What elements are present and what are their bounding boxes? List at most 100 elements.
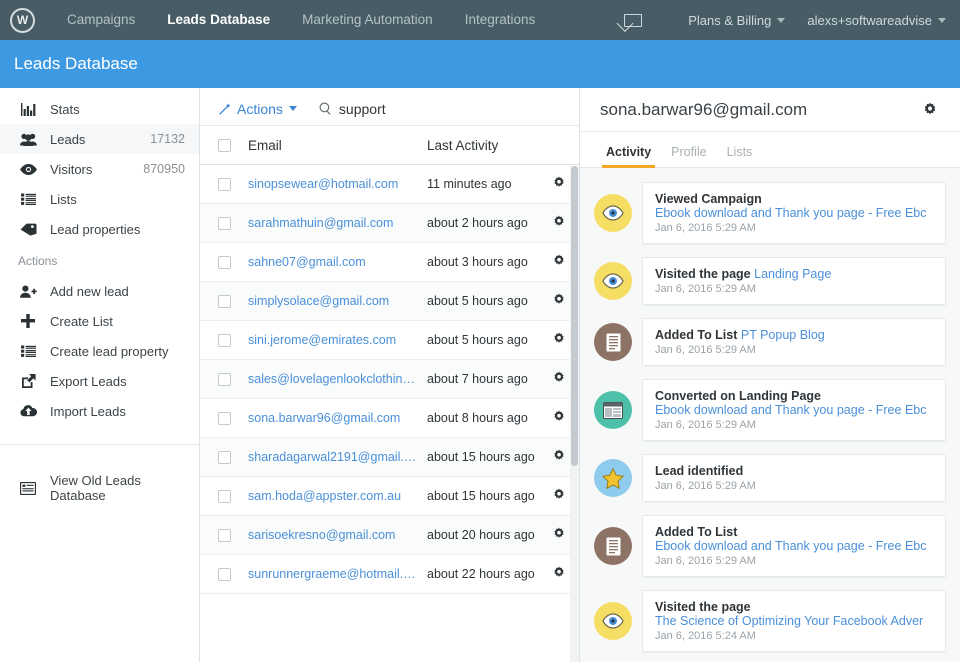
row-email-link[interactable]: sales@lovelagenlookclothing.co... [248, 372, 421, 386]
table-row[interactable]: sahne07@gmail.com about 3 hours ago [200, 243, 579, 282]
row-email-link[interactable]: sarisoekresno@gmail.com [248, 528, 421, 542]
activity-item: Visited the page Landing PageJan 6, 2016… [594, 257, 946, 305]
row-checkbox[interactable] [218, 217, 231, 230]
table-row[interactable]: sam.hoda@appster.com.auabout 15 hours ag… [200, 477, 579, 516]
sidebar-action-create-list[interactable]: Create List [0, 306, 199, 336]
nav-link-leads-database[interactable]: Leads Database [151, 0, 286, 40]
gear-icon[interactable] [552, 371, 566, 388]
row-email-link[interactable]: sunrunnergraeme@hotmail.com [248, 567, 421, 581]
row-checkbox[interactable] [218, 568, 231, 581]
row-checkbox-cell [200, 373, 248, 386]
tab-activity[interactable]: Activity [596, 145, 661, 167]
list-scrollbar[interactable] [570, 166, 579, 662]
table-row[interactable]: sharadagarwal2191@gmail.comabout 15 hour… [200, 438, 579, 477]
sidebar-action-view-old-leads-database[interactable]: View Old Leads Database [0, 473, 199, 503]
row-email-cell: sarisoekresno@gmail.com [248, 528, 427, 542]
gear-icon[interactable] [552, 332, 566, 349]
nav-link-marketing-automation[interactable]: Marketing Automation [286, 0, 449, 40]
gear-icon[interactable] [552, 488, 566, 505]
row-checkbox-cell [200, 178, 248, 191]
row-checkbox-cell [200, 451, 248, 464]
sidebar-action-add-new-lead[interactable]: Add new lead [0, 276, 199, 306]
sidebar-item-visitors[interactable]: Visitors 870950 [0, 154, 199, 184]
eye-icon [594, 602, 632, 640]
gear-icon[interactable] [552, 449, 566, 466]
gear-icon[interactable] [552, 215, 566, 232]
gear-icon[interactable] [552, 566, 566, 583]
table-row[interactable]: sarisoekresno@gmail.comabout 20 hours ag… [200, 516, 579, 555]
table-row[interactable]: sona.barwar96@gmail.com about 8 hours ago [200, 399, 579, 438]
activity-link[interactable]: PT Popup Blog [737, 328, 824, 342]
row-checkbox[interactable] [218, 334, 231, 347]
activity-timestamp: Jan 6, 2016 5:29 AM [655, 283, 933, 295]
row-activity-text: about 7 hours ago [427, 372, 528, 386]
row-checkbox[interactable] [218, 490, 231, 503]
row-checkbox[interactable] [218, 412, 231, 425]
row-email-link[interactable]: simplysolace@gmail.com [248, 294, 421, 308]
sidebar-item-lists[interactable]: Lists [0, 184, 199, 214]
cloud-upload-icon [18, 405, 38, 417]
app-logo[interactable]: W [10, 8, 35, 33]
table-row[interactable]: sinopsewear@hotmail.com11 minutes ago [200, 165, 579, 204]
row-email-link[interactable]: sam.hoda@appster.com.au [248, 489, 421, 503]
activity-title: Lead identified [655, 464, 933, 478]
table-row[interactable]: sales@lovelagenlookclothing.co... about 7… [200, 360, 579, 399]
sidebar-item-leads[interactable]: Leads 17132 [0, 124, 199, 154]
account-menu[interactable]: alexs+softwareadvise [807, 13, 946, 28]
row-checkbox[interactable] [218, 451, 231, 464]
table-row[interactable]: simplysolace@gmail.com about 5 hours ago [200, 282, 579, 321]
row-activity-text: about 3 hours ago [427, 255, 528, 269]
row-activity-cell: about 5 hours ago [427, 333, 539, 348]
gear-icon[interactable] [552, 254, 566, 271]
activity-title: Added To List [655, 525, 933, 539]
select-all-checkbox[interactable] [218, 139, 231, 152]
table-row[interactable]: sini.jerome@emirates.com about 5 hours ag… [200, 321, 579, 360]
activity-link[interactable]: Ebook download and Thank you page - Free… [655, 539, 933, 553]
activity-link[interactable]: The Science of Optimizing Your Facebook … [655, 614, 933, 628]
sidebar-count: 870950 [143, 162, 185, 176]
row-checkbox[interactable] [218, 256, 231, 269]
table-row[interactable]: sunrunnergraeme@hotmail.comabout 22 hour… [200, 555, 579, 594]
gear-icon[interactable] [922, 102, 938, 118]
activity-item: Viewed CampaignEbook download and Thank … [594, 182, 946, 244]
gear-icon[interactable] [552, 293, 566, 310]
gear-icon[interactable] [552, 176, 566, 193]
row-email-link[interactable]: sarahmathuin@gmail.com [248, 216, 421, 230]
plans-billing-menu[interactable]: Plans & Billing [688, 13, 785, 28]
sidebar-action-create-lead-property[interactable]: Create lead property [0, 336, 199, 366]
row-checkbox-cell [200, 490, 248, 503]
activity-link[interactable]: Ebook download and Thank you page - Free… [655, 206, 933, 220]
account-label: alexs+softwareadvise [807, 13, 932, 28]
sidebar-action-export-leads[interactable]: Export Leads [0, 366, 199, 396]
row-checkbox[interactable] [218, 295, 231, 308]
actions-dropdown-button[interactable]: Actions [218, 101, 297, 117]
activity-link[interactable]: Ebook download and Thank you page - Free… [655, 403, 933, 417]
table-row[interactable]: sarahmathuin@gmail.comabout 2 hours ago [200, 204, 579, 243]
row-email-link[interactable]: sahne07@gmail.com [248, 255, 421, 269]
search-input[interactable]: support [319, 101, 386, 117]
row-activity-cell: about 5 hours ago [427, 294, 539, 309]
activity-card: Visited the pageThe Science of Optimizin… [642, 590, 946, 652]
gear-icon[interactable] [552, 410, 566, 427]
row-email-link[interactable]: sona.barwar96@gmail.com [248, 411, 421, 425]
row-checkbox[interactable] [218, 178, 231, 191]
row-activity-cell: about 8 hours ago [427, 411, 539, 426]
gear-icon[interactable] [552, 527, 566, 544]
row-email-link[interactable]: sharadagarwal2191@gmail.com [248, 450, 421, 464]
envelope-icon[interactable] [624, 14, 642, 27]
sidebar-action-import-leads[interactable]: Import Leads [0, 396, 199, 426]
activity-link[interactable]: Landing Page [751, 267, 832, 281]
nav-link-campaigns[interactable]: Campaigns [51, 0, 151, 40]
list-scrollbar-thumb[interactable] [571, 166, 578, 466]
row-checkbox[interactable] [218, 373, 231, 386]
tab-lists[interactable]: Lists [717, 145, 763, 167]
tab-profile[interactable]: Profile [661, 145, 716, 167]
nav-link-integrations[interactable]: Integrations [449, 0, 552, 40]
activity-timestamp: Jan 6, 2016 5:29 AM [655, 555, 933, 567]
row-email-link[interactable]: sinopsewear@hotmail.com [248, 177, 421, 191]
row-email-link[interactable]: sini.jerome@emirates.com [248, 333, 421, 347]
sidebar-item-lead-properties[interactable]: Lead properties [0, 214, 199, 244]
sidebar-item-stats[interactable]: Stats [0, 94, 199, 124]
activity-feed: Viewed CampaignEbook download and Thank … [580, 168, 960, 662]
row-checkbox[interactable] [218, 529, 231, 542]
